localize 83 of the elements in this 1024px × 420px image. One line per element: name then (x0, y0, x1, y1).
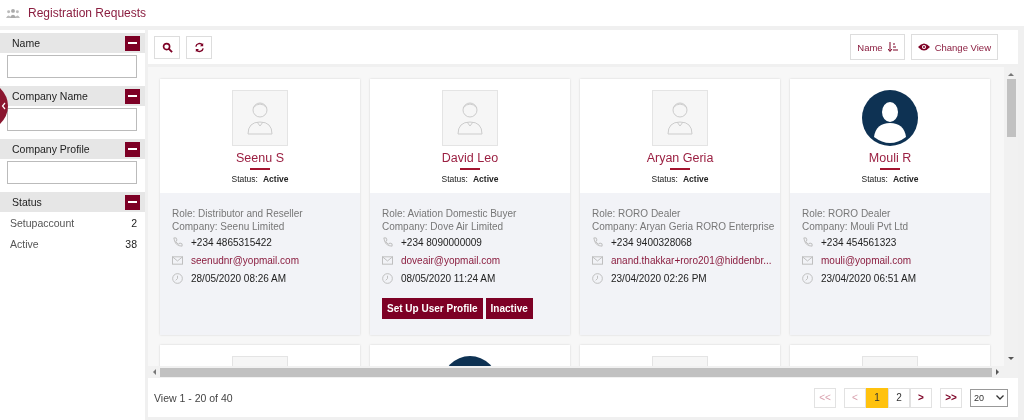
last-page-button[interactable]: >> (940, 387, 962, 408)
avatar-placeholder-icon (652, 90, 708, 146)
mail-icon (802, 255, 813, 265)
refresh-button[interactable] (186, 35, 212, 59)
mail-icon (172, 255, 183, 265)
avatar-placeholder-icon (232, 90, 288, 146)
change-view-button[interactable]: Change View (910, 34, 998, 60)
date-text: 08/05/2020 11:24 AM (401, 272, 496, 284)
phone-icon (802, 236, 813, 248)
filter-label: Company Profile (12, 143, 90, 155)
page-button[interactable]: 2 (888, 387, 910, 408)
role-text: Role: RORO Dealer (802, 208, 892, 219)
company-text: Company: Seenu Limited (172, 221, 286, 232)
role-text: Role: RORO Dealer (592, 208, 682, 219)
clock-icon (592, 272, 603, 284)
clock-icon (802, 272, 813, 284)
status-value: Active (472, 174, 499, 184)
mail-icon (382, 255, 393, 265)
page-title: Registration Requests (28, 6, 147, 20)
users-icon (6, 7, 20, 19)
status-option[interactable]: Active (10, 238, 39, 250)
filter-label: Company Name (12, 90, 88, 102)
phone-text: +234 454561323 (821, 236, 897, 248)
status-label: Status: (861, 174, 888, 184)
status-value: Active (892, 174, 919, 184)
sort-button[interactable]: Name (850, 34, 905, 60)
setup-profile-button[interactable]: Set Up User Profile (382, 298, 483, 319)
next-page-button[interactable]: > (910, 387, 932, 408)
collapse-tab-icon[interactable] (0, 88, 8, 124)
page-button[interactable]: 1 (866, 387, 888, 408)
user-name[interactable]: Aryan Geria (646, 151, 714, 165)
date-text: 28/05/2020 08:26 AM (191, 272, 287, 284)
status-value: Active (682, 174, 709, 184)
status-option[interactable]: Setupaccount (10, 217, 75, 229)
pagination-summary: View 1 - 20 of 40 (154, 391, 233, 404)
chevron-down-icon (996, 395, 1004, 400)
search-button[interactable] (154, 35, 180, 59)
sort-icon (887, 42, 898, 52)
user-name[interactable]: David Leo (441, 151, 499, 165)
status-label: Status: (231, 174, 258, 184)
status-label: Status: (441, 174, 468, 184)
filter-label: Name (12, 37, 40, 49)
collapse-button[interactable] (125, 88, 140, 104)
role-text: Role: Aviation Domestic Buyer (382, 208, 518, 219)
collapse-button[interactable] (125, 35, 140, 51)
clock-icon (172, 272, 183, 284)
company-text: Company: Dove Air Limited (382, 221, 505, 232)
phone-icon (172, 236, 183, 248)
status-count: 2 (131, 217, 137, 229)
phone-icon (592, 236, 603, 248)
avatar-placeholder-icon (442, 90, 498, 146)
status-value: Active (262, 174, 289, 184)
status-count: 38 (125, 238, 137, 250)
phone-text: +234 4865315422 (191, 236, 272, 248)
phone-text: +234 8090000009 (401, 236, 482, 248)
clock-icon (382, 272, 393, 284)
collapse-button[interactable] (125, 141, 140, 157)
email-link[interactable]: doveair@yopmail.com (401, 254, 501, 266)
company-text: Company: Mouli Pvt Ltd (802, 221, 910, 232)
user-name[interactable]: Seenu S (236, 151, 284, 165)
date-text: 23/04/2020 02:26 PM (611, 272, 707, 284)
email-link[interactable]: anand.thakkar+roro201@hiddenbr... (611, 254, 772, 266)
phone-text: +234 9400328068 (611, 236, 692, 248)
filter-input[interactable] (7, 55, 137, 78)
refresh-icon (193, 41, 205, 53)
email-link[interactable]: mouli@yopmail.com (821, 254, 912, 266)
collapse-button[interactable] (125, 194, 140, 210)
mail-icon (592, 255, 603, 265)
filter-input[interactable] (7, 108, 137, 131)
eye-icon (917, 43, 930, 51)
filter-label: Status (12, 196, 42, 208)
avatar-icon (862, 90, 918, 146)
user-name[interactable]: Mouli R (868, 151, 912, 165)
phone-icon (382, 236, 393, 248)
date-text: 23/04/2020 06:51 AM (821, 272, 917, 284)
status-label: Status: (651, 174, 678, 184)
search-icon (161, 41, 173, 53)
horizontal-scrollbar[interactable] (148, 366, 1018, 378)
email-link[interactable]: seenudnr@yopmail.com (191, 254, 299, 266)
role-text: Role: Distributor and Reseller (172, 208, 304, 219)
page-size-select[interactable]: 20 (970, 388, 1008, 407)
filter-input[interactable] (7, 161, 137, 184)
company-text: Company: Aryan Geria RORO Enterprise (592, 221, 776, 232)
